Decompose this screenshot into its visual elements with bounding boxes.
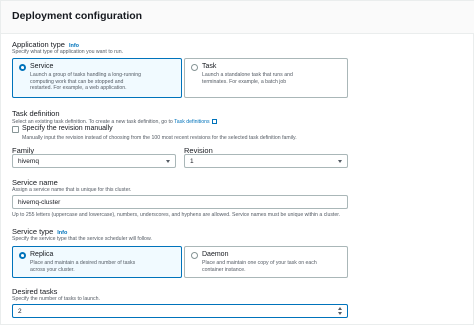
desired-tasks-input[interactable]: 2 bbox=[12, 304, 348, 318]
daemon-radio[interactable] bbox=[191, 252, 198, 259]
task-radio[interactable] bbox=[191, 64, 198, 71]
service-type-daemon-option[interactable]: Daemon Place and maintain one copy of yo… bbox=[184, 246, 348, 278]
task-definitions-link[interactable]: Task definitions bbox=[174, 119, 209, 125]
service-type-description: Specify the service type that the servic… bbox=[12, 236, 152, 242]
service-description: Launch a group of tasks handling a long-… bbox=[30, 72, 142, 91]
service-title: Service bbox=[30, 63, 54, 70]
specify-revision-description: Manually input the revision instead of c… bbox=[22, 135, 297, 141]
replica-radio[interactable] bbox=[19, 252, 26, 259]
replica-title: Replica bbox=[30, 251, 54, 258]
task-description: Launch a standalone task that runs and t… bbox=[202, 72, 293, 85]
desired-tasks-value: 2 bbox=[18, 308, 22, 315]
revision-select[interactable]: 1 bbox=[184, 154, 348, 168]
section-title: Deployment configuration bbox=[12, 10, 143, 22]
application-type-label: Application type Info bbox=[12, 40, 80, 49]
family-select[interactable]: hivemq bbox=[12, 154, 176, 168]
task-title: Task bbox=[202, 63, 217, 70]
external-link-icon bbox=[211, 119, 217, 124]
service-radio[interactable] bbox=[19, 64, 26, 71]
chevron-down-icon bbox=[166, 160, 170, 163]
panel-header: Deployment configuration bbox=[1, 1, 474, 34]
app-type-task-option[interactable]: Task Launch a standalone task that runs … bbox=[184, 58, 348, 98]
service-name-value: hivemq-cluster bbox=[18, 199, 61, 206]
app-type-service-option[interactable]: Service Launch a group of tasks handling… bbox=[12, 58, 182, 98]
desired-tasks-description: Specify the number of tasks to launch. bbox=[12, 296, 100, 302]
specify-revision-checkbox[interactable] bbox=[12, 126, 19, 133]
application-type-description: Specify what type of application you wan… bbox=[12, 49, 124, 55]
service-type-label: Service type Info bbox=[12, 227, 68, 236]
service-name-input[interactable]: hivemq-cluster bbox=[12, 195, 348, 209]
task-definition-description: Select an existing task definition. To c… bbox=[12, 118, 217, 125]
desired-tasks-label: Desired tasks bbox=[12, 287, 58, 296]
service-name-label: Service name bbox=[12, 178, 58, 187]
service-name-description: Assign a service name that is unique for… bbox=[12, 187, 132, 193]
daemon-description: Place and maintain one copy of your task… bbox=[202, 260, 317, 273]
revision-value: 1 bbox=[190, 158, 194, 165]
family-value: hivemq bbox=[18, 158, 39, 165]
specify-revision-label: Specify the revision manually bbox=[22, 125, 113, 132]
chevron-down-icon bbox=[338, 160, 342, 163]
replica-description: Place and maintain a desired number of t… bbox=[30, 260, 136, 273]
task-definition-label: Task definition bbox=[12, 109, 60, 118]
service-name-constraint: Up to 255 letters (uppercase and lowerca… bbox=[12, 212, 341, 218]
number-stepper-icon[interactable] bbox=[338, 307, 343, 316]
daemon-title: Daemon bbox=[202, 251, 229, 258]
deployment-configuration-panel: Deployment configuration Application typ… bbox=[0, 0, 474, 325]
service-type-replica-option[interactable]: Replica Place and maintain a desired num… bbox=[12, 246, 182, 278]
